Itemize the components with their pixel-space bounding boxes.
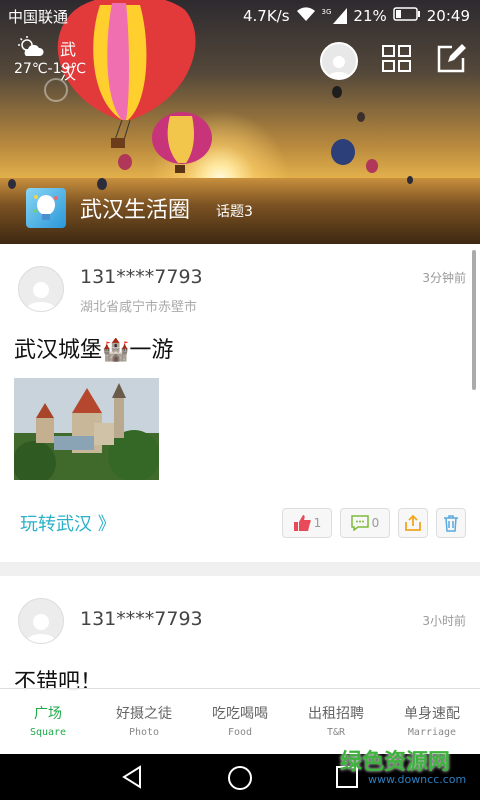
post-photo[interactable]: [14, 378, 159, 480]
post-location: 湖北省咸宁市赤壁市: [80, 300, 198, 315]
scrollbar[interactable]: [472, 250, 476, 390]
avatar[interactable]: [18, 266, 64, 312]
grid-menu-icon[interactable]: [382, 45, 412, 77]
user-silhouette-icon: [26, 282, 56, 311]
carrier-label: 中国联通: [8, 8, 69, 26]
user-silhouette-icon: [26, 614, 56, 643]
watermark-url: www.downcc.com: [368, 773, 467, 786]
like-count: 1: [313, 516, 322, 530]
clock: 20:49: [426, 7, 470, 25]
tab-label: 出租招聘: [308, 706, 364, 722]
post-circle-link[interactable]: 玩转武汉 》: [20, 510, 116, 536]
compose-icon[interactable]: [436, 44, 466, 78]
tab-sublabel: Square: [29, 727, 67, 738]
tab-sublabel: Food: [227, 727, 253, 738]
wifi-icon: [296, 6, 316, 26]
post-actions: 1 0: [282, 508, 466, 538]
like-button[interactable]: 1: [282, 508, 332, 538]
share-button[interactable]: [398, 508, 428, 538]
trash-icon: [444, 515, 458, 532]
tab-photo[interactable]: 好摄之徒 Photo: [96, 689, 192, 755]
tab-sublabel: Photo: [128, 727, 160, 738]
comment-count: 0: [371, 516, 380, 530]
signal-icon: 3G: [322, 8, 348, 24]
post-card[interactable]: 131****7793 湖北省咸宁市赤壁市 3分钟前 武汉城堡🏰一游 玩转武汉 …: [0, 244, 480, 562]
delete-button[interactable]: [436, 508, 466, 538]
header-actions: [320, 42, 466, 80]
post-username[interactable]: 131****7793: [80, 266, 203, 288]
tab-label: 广场: [34, 706, 62, 722]
comment-icon: [350, 515, 369, 531]
battery-icon: [393, 7, 421, 25]
weather-temperature: 27℃-19℃: [14, 61, 87, 77]
tab-label: 单身速配: [404, 706, 460, 722]
battery-percent: 21%: [353, 7, 387, 25]
network-speed: 4.7K/s: [242, 7, 290, 25]
comment-button[interactable]: 0: [340, 508, 390, 538]
status-bar: 中国联通 4.7K/s 3G 21% 20:49: [0, 0, 480, 30]
group-name: 武汉生活圈: [80, 198, 191, 223]
post-timestamp: 3小时前: [422, 614, 466, 628]
site-watermark: 绿色资源网 www.downcc.com: [340, 744, 466, 786]
group-topic-count[interactable]: 话题3: [216, 201, 253, 221]
home-icon[interactable]: [227, 765, 253, 795]
user-silhouette-icon: [328, 56, 350, 78]
post-username[interactable]: 131****7793: [80, 608, 203, 630]
user-avatar-button[interactable]: [320, 42, 358, 80]
tab-sublabel: Marriage: [407, 727, 457, 738]
group-header: 武汉生活圈 话题3: [26, 188, 253, 228]
watermark-title: 绿色资源网: [340, 750, 451, 775]
post-timestamp: 3分钟前: [422, 271, 466, 285]
tab-food[interactable]: 吃吃喝喝 Food: [192, 689, 288, 755]
group-logo-icon[interactable]: [26, 188, 66, 228]
back-icon[interactable]: [120, 765, 144, 793]
tab-square[interactable]: 广场 Square: [0, 689, 96, 755]
thumbs-up-icon: [293, 515, 311, 531]
network-type-label: 3G: [321, 8, 332, 16]
tab-label: 好摄之徒: [116, 706, 172, 722]
tab-sublabel: T&R: [326, 727, 346, 738]
weather-cloud-icon: [18, 36, 44, 62]
tab-label: 吃吃喝喝: [212, 706, 268, 722]
post-title[interactable]: 武汉城堡🏰一游: [14, 332, 173, 364]
avatar[interactable]: [18, 598, 64, 644]
share-icon: [405, 514, 421, 531]
